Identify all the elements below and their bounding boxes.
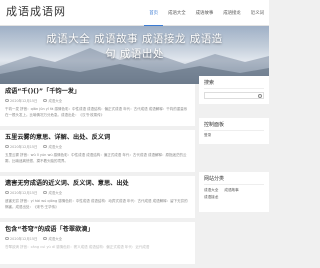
- nav-link[interactable]: 成语大全: [204, 188, 218, 193]
- post-category[interactable]: 成语大全: [43, 190, 62, 195]
- widget-title: 搜索: [204, 79, 264, 89]
- post-meta: 2020年12月15日 成语大全: [5, 190, 190, 195]
- post-item: 五里云雾的意思、详解、出处、反义词 2020年12月15日 成语大全 五里云雾 …: [0, 130, 195, 172]
- post-meta: 2020年12月15日 成语大全: [5, 144, 190, 149]
- clock-icon: [5, 144, 9, 149]
- post-excerpt: 苍翠欲滴 拼音：cāng cuì yù dī 感情色彩：褒义成语 成语结构：偏正…: [5, 245, 150, 249]
- folder-icon: [43, 144, 47, 149]
- post-date: 2020年12月15日: [5, 98, 37, 103]
- post-title[interactable]: 五里云雾的意思、详解、出处、反义词: [5, 133, 190, 142]
- search-widget: 搜索: [199, 76, 269, 104]
- nav-link[interactable]: 成语故事: [224, 188, 238, 193]
- post-date: 2020年12月15日: [5, 190, 37, 195]
- post-excerpt: 千钧一发 拼音：qiān jūn yī fà 感情色彩：中性成语 成语结构：偏正…: [5, 107, 188, 117]
- post-title[interactable]: 遗害无穷成语的近义词、反义词、意思、出处: [5, 179, 190, 188]
- nav-item-home[interactable]: 首页: [144, 0, 164, 26]
- post-item: 遗害无穷成语的近义词、反义词、意思、出处 2020年12月15日 成语大全 遗害…: [0, 176, 195, 218]
- post-title[interactable]: 成语“千()()”「千钧一发」: [5, 87, 190, 96]
- control-panel-widget: 控制面板 登录: [199, 118, 269, 144]
- post-meta: 2020年12月15日 成语大全: [5, 98, 190, 103]
- post-list: 成语“千()()”「千钧一发」 2020年12月15日 成语大全 千钧一发 拼音…: [0, 84, 195, 268]
- post-date: 2020年12月15日: [5, 144, 37, 149]
- post-excerpt: 五里云雾 拼音：wǔ lǐ yún wù 感情色彩：中性成语 成语结构：偏正式成…: [5, 153, 187, 163]
- site-title[interactable]: 成语成语网: [6, 3, 66, 19]
- site-header: 成语成语网 首页 成语大全 成语故事 成语接龙 近义词: [0, 0, 269, 26]
- search-input[interactable]: [204, 92, 264, 99]
- post-category[interactable]: 成语大全: [43, 98, 62, 103]
- nav-item-chain[interactable]: 成语接龙: [218, 0, 246, 26]
- post-date: 2020年12月15日: [5, 236, 37, 241]
- banner-text: 成语大全 成语故事 成语接龙 成语造 句 成语出处: [0, 32, 269, 62]
- post-excerpt: 遗害无穷 拼音：yí hài wú qióng 感情色彩：中性成语 成语结构：动…: [5, 199, 188, 209]
- nav-item-stories[interactable]: 成语故事: [191, 0, 219, 26]
- post-item: 成语“千()()”「千钧一发」 2020年12月15日 成语大全 千钧一发 拼音…: [0, 84, 195, 126]
- clock-icon: [5, 98, 9, 103]
- main-nav: 首页 成语大全 成语故事 成语接龙 近义词: [144, 0, 269, 26]
- clock-icon: [5, 236, 9, 241]
- banner-line-1: 成语大全 成语故事 成语接龙 成语造: [46, 33, 223, 45]
- nav-item-synonyms[interactable]: 近义词: [246, 0, 269, 26]
- post-meta: 2020年12月15日 成语大全: [5, 236, 190, 241]
- folder-icon: [43, 236, 47, 241]
- nav-link[interactable]: 成语接龙: [204, 195, 264, 200]
- clock-icon: [5, 190, 9, 195]
- post-title[interactable]: 包含“苍穹”的成语「苍翠欲滴」: [5, 225, 190, 234]
- post-category[interactable]: 成语大全: [43, 236, 62, 241]
- banner-line-2: 句 成语出处: [105, 48, 164, 60]
- search-icon[interactable]: [258, 93, 262, 98]
- nav-link-row: 成语大全 成语故事: [204, 188, 264, 193]
- folder-icon: [43, 190, 47, 195]
- login-link[interactable]: 登录: [204, 133, 264, 138]
- widget-title: 控制面板: [204, 121, 264, 131]
- post-item: 包含“苍穹”的成语「苍翠欲滴」 2020年12月15日 成语大全 苍翠欲滴 拼音…: [0, 222, 195, 264]
- post-category[interactable]: 成语大全: [43, 144, 62, 149]
- nav-item-idioms[interactable]: 成语大全: [163, 0, 191, 26]
- widget-title: 网站分类: [204, 175, 264, 185]
- site-nav-widget: 网站分类 成语大全 成语故事 成语接龙: [199, 172, 269, 212]
- folder-icon: [43, 98, 47, 103]
